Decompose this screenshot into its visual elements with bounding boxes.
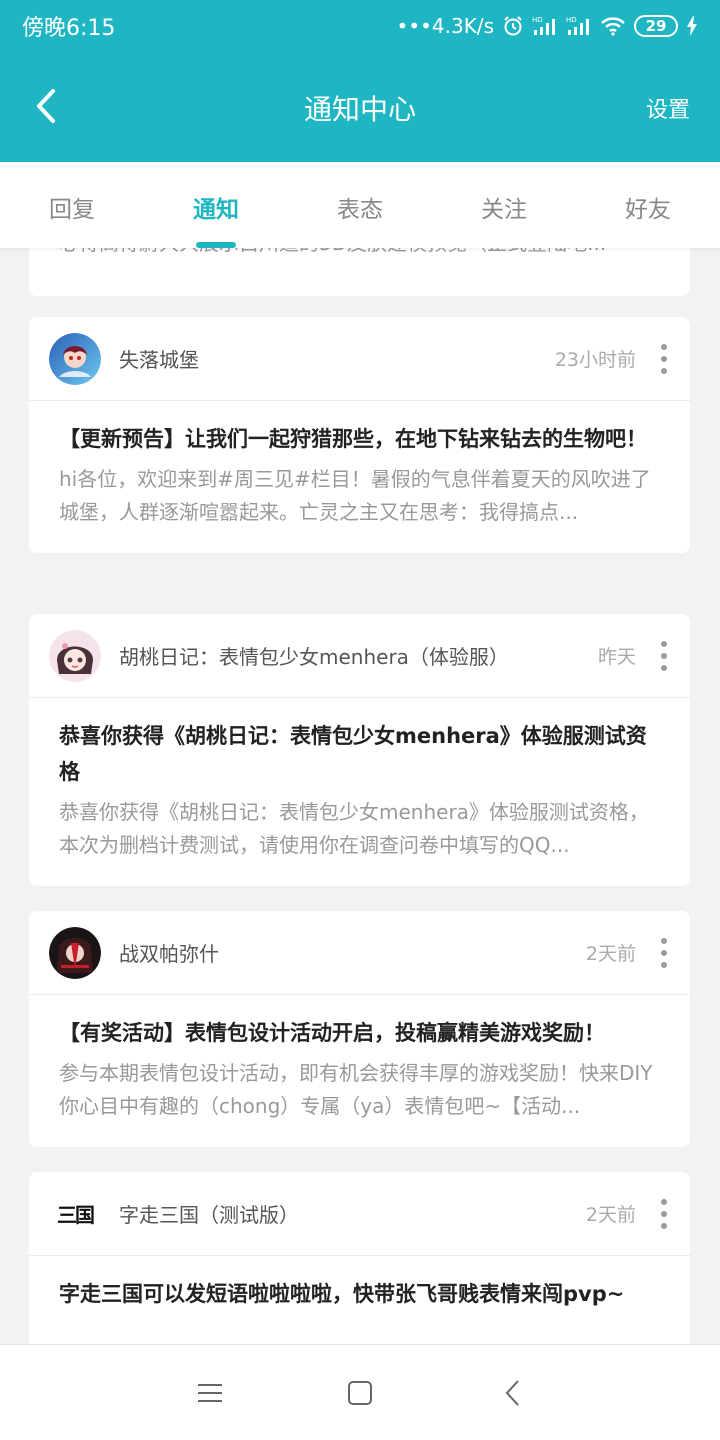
author-name[interactable]: 失落城堡 xyxy=(119,344,199,373)
card-desc: 心得高得蔚大大展示白川道的3D皮肤建模预览（正式登陆地... xyxy=(59,248,659,258)
battery-indicator: 29 xyxy=(634,15,678,37)
tab-label: 表态 xyxy=(337,197,383,223)
status-bar: 傍晚6:15 •••4.3K/s HD HD 29 xyxy=(0,0,720,52)
more-options-icon[interactable] xyxy=(658,937,670,968)
card-title: 【更新预告】让我们一起狩猎那些，在地下钻来钻去的生物吧！ xyxy=(59,427,647,451)
notification-card[interactable]: 胡桃日记：表情包少女menhera（体验服） 昨天 恭喜你获得《胡桃日记：表情包… xyxy=(29,614,690,886)
svg-text:HD: HD xyxy=(532,16,543,24)
card-header: 三国 字走三国（测试版） 2天前 xyxy=(29,1172,690,1256)
status-icons: •••4.3K/s HD HD 29 xyxy=(397,14,698,38)
notification-card[interactable]: 战双帕弥什 2天前 【有奖活动】表情包设计活动开启，投稿赢精美游戏奖励！ 参与本… xyxy=(29,911,690,1147)
timestamp: 昨天 xyxy=(597,646,636,668)
card-title: 字走三国可以发短语啦啦啦啦，快带张飞哥贱表情来闯pvp~ xyxy=(59,1282,625,1306)
menu-icon xyxy=(198,1384,222,1402)
app-header: 傍晚6:15 •••4.3K/s HD HD 29 通知中心 设置 xyxy=(0,0,720,162)
avatar[interactable] xyxy=(49,332,101,385)
tab-friends[interactable]: 好友 xyxy=(576,162,720,248)
signal-icon-2: HD xyxy=(566,15,592,37)
card-body: 字走三国可以发短语啦啦啦啦，快带张飞哥贱表情来闯pvp~ xyxy=(29,1256,690,1336)
settings-button[interactable]: 设置 xyxy=(646,92,690,124)
wifi-icon xyxy=(600,15,626,37)
home-icon xyxy=(348,1381,372,1405)
charging-icon xyxy=(686,16,698,36)
card-title: 【有奖活动】表情包设计活动开启，投稿赢精美游戏奖励！ xyxy=(59,1021,605,1045)
tab-label: 关注 xyxy=(481,197,527,223)
notification-card[interactable]: 失落城堡 23小时前 【更新预告】让我们一起狩猎那些，在地下钻来钻去的生物吧！ … xyxy=(29,317,690,553)
avatar[interactable] xyxy=(49,926,101,979)
tab-reaction[interactable]: 表态 xyxy=(288,162,432,248)
notification-feed[interactable]: 心得高得蔚大大展示白川道的3D皮肤建模预览（正式登陆地... 失落城堡 23小时… xyxy=(0,248,720,1344)
tab-label: 好友 xyxy=(625,197,671,223)
home-button[interactable] xyxy=(340,1373,380,1413)
signal-icon: HD xyxy=(532,15,558,37)
card-body: 【有奖活动】表情包设计活动开启，投稿赢精美游戏奖励！ 参与本期表情包设计活动，即… xyxy=(29,995,690,1147)
author-name[interactable]: 战双帕弥什 xyxy=(119,938,219,967)
system-navigation-bar xyxy=(0,1344,720,1440)
page-title: 通知中心 xyxy=(303,93,416,126)
card-desc: 恭喜你获得《胡桃日记：表情包少女menhera》体验服测试资格，本次为删档计费测… xyxy=(59,800,649,857)
back-icon xyxy=(505,1380,519,1406)
system-back-button[interactable] xyxy=(492,1373,532,1413)
tab-follow[interactable]: 关注 xyxy=(432,162,576,248)
avatar[interactable] xyxy=(49,629,101,682)
card-header: 战双帕弥什 2天前 xyxy=(29,911,690,995)
timestamp: 2天前 xyxy=(585,1204,636,1226)
card-header: 胡桃日记：表情包少女menhera（体验服） 昨天 xyxy=(29,614,690,698)
timestamp: 2天前 xyxy=(585,943,636,965)
avatar[interactable]: 三国 xyxy=(49,1187,101,1240)
more-options-icon[interactable] xyxy=(658,640,670,671)
author-name[interactable]: 字走三国（测试版） xyxy=(119,1199,299,1228)
tab-bar: 回复 通知 表态 关注 好友 xyxy=(0,162,720,248)
author-name[interactable]: 胡桃日记：表情包少女menhera（体验服） xyxy=(119,641,509,670)
tab-label: 回复 xyxy=(49,197,95,223)
card-desc: hi各位，欢迎来到#周三见#栏目！暑假的气息伴着夏天的风吹进了城堡，人群逐渐喧嚣… xyxy=(59,467,651,524)
network-speed: •••4.3K/s xyxy=(396,14,494,38)
more-options-icon[interactable] xyxy=(658,343,670,374)
tab-notification[interactable]: 通知 xyxy=(144,162,288,248)
notification-card[interactable]: 三国 字走三国（测试版） 2天前 字走三国可以发短语啦啦啦啦，快带张飞哥贱表情来… xyxy=(29,1172,690,1344)
notification-card-partial[interactable]: 心得高得蔚大大展示白川道的3D皮肤建模预览（正式登陆地... xyxy=(29,248,690,296)
status-time: 傍晚6:15 xyxy=(22,16,116,41)
card-body: 【更新预告】让我们一起狩猎那些，在地下钻来钻去的生物吧！ hi各位，欢迎来到#周… xyxy=(29,401,690,553)
more-options-icon[interactable] xyxy=(658,1198,670,1229)
card-desc: 参与本期表情包设计活动，即有机会获得丰厚的游戏奖励！快来DIY你心目中有趣的（c… xyxy=(59,1061,653,1118)
game-logo: 三国 xyxy=(57,1203,95,1227)
card-header: 失落城堡 23小时前 xyxy=(29,317,690,401)
tab-label: 通知 xyxy=(193,197,239,223)
navbar: 通知中心 设置 xyxy=(0,52,720,162)
timestamp: 23小时前 xyxy=(554,349,636,371)
card-title: 恭喜你获得《胡桃日记：表情包少女menhera》体验服测试资格 xyxy=(59,724,647,784)
svg-text:HD: HD xyxy=(566,16,577,24)
battery-level: 29 xyxy=(645,17,667,35)
active-tab-indicator xyxy=(196,242,236,248)
alarm-icon xyxy=(502,15,524,37)
card-body: 恭喜你获得《胡桃日记：表情包少女menhera》体验服测试资格 恭喜你获得《胡桃… xyxy=(29,698,690,886)
tab-reply[interactable]: 回复 xyxy=(0,162,144,248)
menu-button[interactable] xyxy=(190,1373,230,1413)
